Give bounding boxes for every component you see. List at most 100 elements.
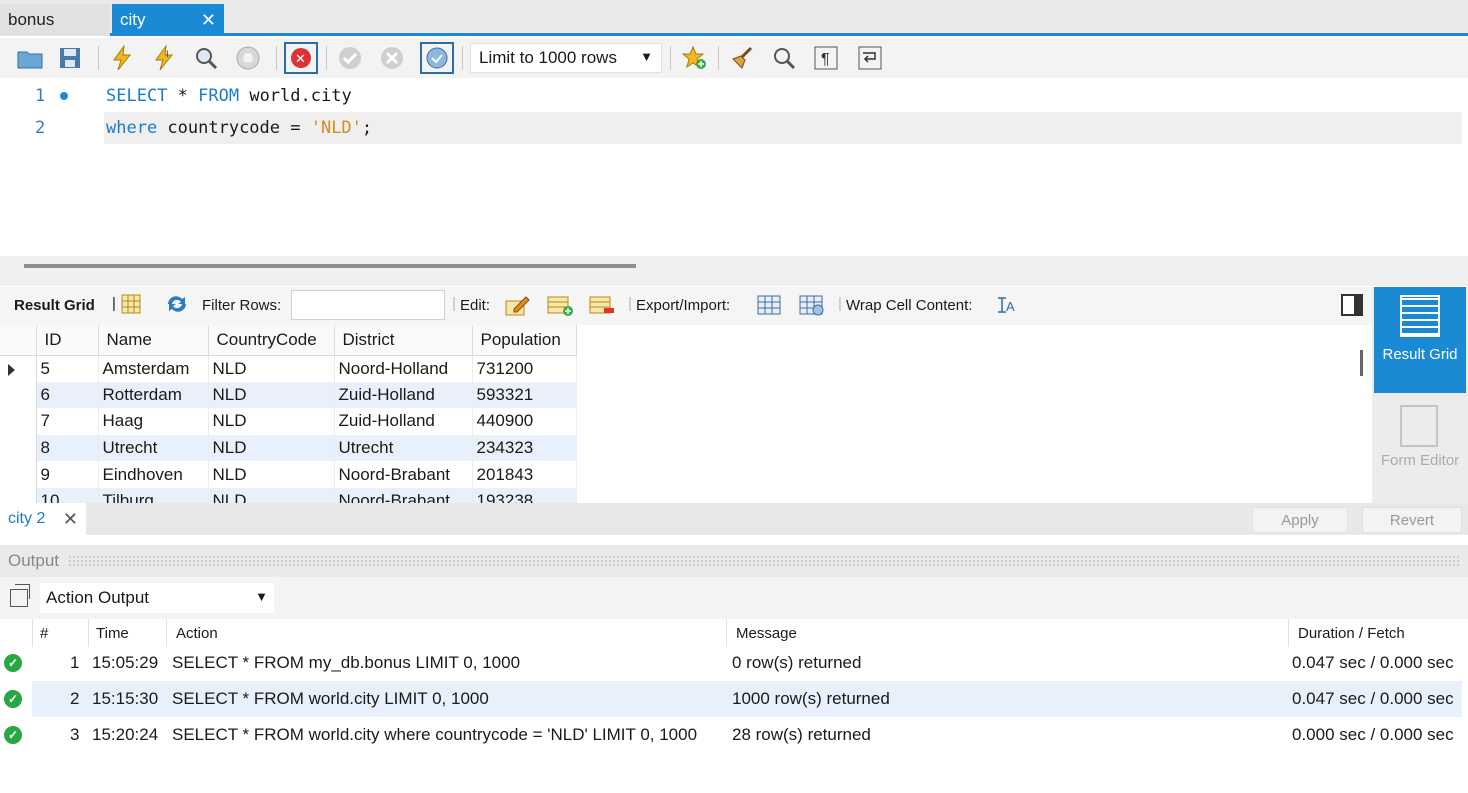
table-row[interactable]: 10 Tilburg NLD Noord-Brabant 193238 [0, 487, 577, 503]
output-type-select[interactable]: Action Output ▼ [40, 583, 274, 613]
sql-editor[interactable]: 1 SELECT * FROM world.city 2 where count… [0, 78, 1468, 256]
cell-population[interactable]: 234323 [472, 434, 577, 462]
cell-id[interactable]: 6 [36, 381, 99, 409]
cell-district[interactable]: Utrecht [334, 434, 473, 462]
cell-countrycode[interactable]: NLD [208, 487, 335, 503]
tab-result-city-2[interactable]: city 2 ✕ [0, 503, 86, 535]
insert-row-icon[interactable] [546, 293, 574, 321]
panel-grip[interactable] [68, 555, 1460, 567]
cell-population[interactable]: 593321 [472, 381, 577, 409]
row-selector[interactable] [0, 408, 37, 435]
wrap-cell-toggle-icon[interactable]: A [996, 295, 1018, 319]
close-icon[interactable]: ✕ [201, 10, 216, 31]
output-row[interactable]: ✓ 1 15:05:29 SELECT * FROM my_db.bonus L… [0, 645, 1468, 681]
cell-countrycode[interactable]: NLD [208, 461, 335, 488]
toggle-stop-on-error-icon[interactable]: ✕ [284, 42, 318, 74]
save-icon[interactable] [56, 44, 84, 72]
autocommit-toggle-icon[interactable] [420, 42, 454, 74]
column-header-countrycode[interactable]: CountryCode [208, 325, 335, 356]
column-header-name[interactable]: Name [98, 325, 209, 356]
invisible-characters-pilcrow-icon[interactable]: ¶ [812, 44, 840, 72]
cell-countrycode[interactable]: NLD [208, 355, 335, 382]
cell-name[interactable]: Amsterdam [98, 355, 209, 382]
output-row[interactable]: ✓ 3 15:20:24 SELECT * FROM world.city wh… [0, 717, 1468, 753]
commit-check-icon[interactable] [336, 44, 364, 72]
table-row[interactable]: 8 Utrecht NLD Utrecht 234323 [0, 434, 577, 462]
cell-id[interactable]: 9 [36, 461, 99, 488]
column-header-district[interactable]: District [334, 325, 473, 356]
form-editor-label[interactable]: Form Editor [1374, 453, 1466, 469]
close-icon[interactable]: ✕ [63, 509, 78, 530]
apply-button[interactable]: Apply [1252, 507, 1348, 533]
result-grid[interactable]: ID Name CountryCode District Population … [0, 325, 1348, 503]
stop-icon[interactable] [234, 44, 262, 72]
cell-countrycode[interactable]: NLD [208, 381, 335, 409]
cell-name[interactable]: Haag [98, 408, 209, 435]
cell-population[interactable]: 440900 [472, 408, 577, 435]
copy-icon[interactable] [10, 584, 30, 607]
column-header-duration[interactable]: Duration / Fetch [1298, 625, 1405, 642]
cell-name[interactable]: Utrecht [98, 434, 209, 462]
execute-current-lightning-icon[interactable]: I [150, 44, 178, 72]
column-header-action[interactable]: Action [176, 625, 218, 642]
cell-population[interactable]: 201843 [472, 461, 577, 488]
execute-lightning-icon[interactable] [108, 44, 136, 72]
cell-name[interactable]: Rotterdam [98, 381, 209, 409]
row-selector[interactable] [0, 461, 37, 488]
limit-rows-select[interactable]: Limit to 1000 rows ▼ [470, 43, 662, 73]
scrollbar-thumb[interactable] [24, 264, 636, 268]
explain-magnifier-icon[interactable] [192, 44, 220, 72]
cell-population[interactable]: 193238 [472, 487, 577, 503]
table-row[interactable]: 6 Rotterdam NLD Zuid-Holland 593321 [0, 381, 577, 409]
refresh-icon[interactable] [164, 293, 190, 319]
import-icon[interactable] [798, 293, 826, 321]
row-selector[interactable] [0, 355, 37, 382]
beautify-broom-icon[interactable] [728, 44, 756, 72]
column-header-id[interactable]: ID [36, 325, 99, 356]
column-header-time[interactable]: Time [96, 625, 129, 642]
column-header-population[interactable]: Population [472, 325, 577, 356]
table-row[interactable]: 5 Amsterdam NLD Noord-Holland 731200 [0, 355, 577, 382]
edit-row-pencil-icon[interactable] [504, 293, 530, 321]
result-grid-view-button[interactable]: Result Grid [1374, 287, 1466, 393]
wrap-lines-icon[interactable] [856, 44, 884, 72]
export-icon[interactable] [756, 293, 784, 321]
cell-district[interactable]: Zuid-Holland [334, 381, 473, 409]
cell-district[interactable]: Noord-Brabant [334, 487, 473, 503]
row-selector[interactable] [0, 381, 37, 409]
find-magnifier-icon[interactable] [770, 44, 798, 72]
cell-countrycode[interactable]: NLD [208, 434, 335, 462]
cell-id[interactable]: 8 [36, 434, 99, 462]
row-selector[interactable] [0, 434, 37, 462]
table-row[interactable]: 7 Haag NLD Zuid-Holland 440900 [0, 408, 577, 435]
cell-countrycode[interactable]: NLD [208, 408, 335, 435]
form-editor-icon[interactable] [1400, 405, 1438, 447]
column-header-number[interactable]: # [40, 625, 48, 642]
grid-vertical-scrollbar[interactable] [1360, 350, 1363, 376]
row-selector[interactable] [0, 487, 37, 503]
tab-bonus[interactable]: bonus [0, 4, 110, 36]
cell-population[interactable]: 731200 [472, 355, 577, 382]
rollback-x-icon[interactable] [378, 44, 406, 72]
editor-horizontal-scrollbar[interactable] [0, 256, 1468, 286]
cell-id[interactable]: 5 [36, 355, 99, 382]
cell-id[interactable]: 10 [36, 487, 99, 503]
tab-city[interactable]: city ✕ [112, 4, 224, 36]
column-header-message[interactable]: Message [736, 625, 797, 642]
revert-button[interactable]: Revert [1362, 507, 1462, 533]
table-row[interactable]: 9 Eindhoven NLD Noord-Brabant 201843 [0, 461, 577, 488]
output-time: 15:05:29 [92, 653, 159, 672]
delete-row-icon[interactable] [588, 293, 616, 321]
cell-district[interactable]: Zuid-Holland [334, 408, 473, 435]
filter-rows-input[interactable] [291, 290, 445, 320]
cell-district[interactable]: Noord-Holland [334, 355, 473, 382]
cell-id[interactable]: 7 [36, 408, 99, 435]
cell-name[interactable]: Tilburg [98, 487, 209, 503]
grid-layout-icon[interactable] [120, 293, 142, 319]
output-row[interactable]: ✓ 2 15:15:30 SELECT * FROM world.city LI… [0, 681, 1468, 717]
open-folder-icon[interactable] [16, 44, 44, 72]
cell-name[interactable]: Eindhoven [98, 461, 209, 488]
toggle-side-panel-icon[interactable] [1340, 293, 1364, 321]
add-snippet-star-icon[interactable] [680, 44, 708, 72]
cell-district[interactable]: Noord-Brabant [334, 461, 473, 488]
